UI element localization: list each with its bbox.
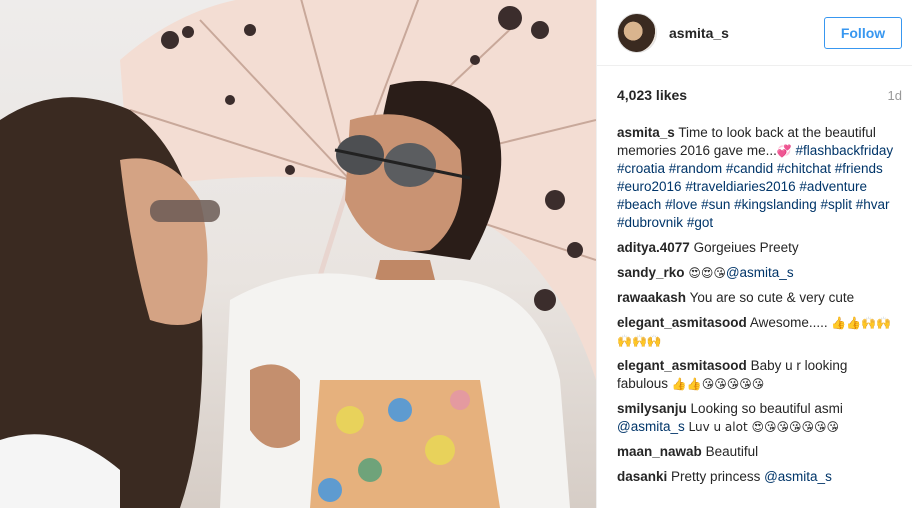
hashtag-link[interactable]: #friends [835,161,883,176]
comment-username[interactable]: maan_nawab [617,444,702,459]
caption-emoji: 💞 [776,144,792,158]
post-author-username[interactable]: asmita_s [669,25,824,41]
avatar[interactable] [617,12,657,53]
comment-row: aditya.4077 Gorgeiues Preety [617,239,900,257]
hashtag-link[interactable]: #adventure [799,179,867,194]
post-photo[interactable] [0,0,596,508]
hashtag-link[interactable]: #hvar [856,197,890,212]
comment-emoji: 👍👍😘😘😘😘😘 [671,377,765,391]
comment-text: Pretty princess [671,469,761,484]
post-header: asmita_s Follow [597,0,912,66]
comment-text: Looking so beautiful asmi [690,401,843,416]
comment-list: asmita_s Time to look back at the beauti… [597,124,912,486]
hashtag-link[interactable]: #sun [701,197,730,212]
comment-username[interactable]: smilysanju [617,401,687,416]
comment-text: You are so cute & very cute [689,290,855,305]
hashtag-link[interactable]: #dubrovnik [617,215,683,230]
hashtag-link[interactable]: #candid [726,161,773,176]
comment-text: Awesome..... [749,315,828,330]
hashtag-link[interactable]: #croatia [617,161,665,176]
comment-mention[interactable]: @asmita_s [726,265,794,280]
comment-row: sandy_rko 😍😍😘@asmita_s [617,264,900,282]
comment-text: Beautiful [705,444,759,459]
comment-row: elegant_asmitasood Awesome..... 👍👍🙌🙌🙌🙌🙌 [617,314,900,350]
woman-left-sunglasses [150,200,220,222]
likes-row: 4,023 likes 1d [597,66,912,124]
comment-emoji: 😍😍😘 [688,266,726,280]
hashtag-link[interactable]: #euro2016 [617,179,682,194]
likes-count[interactable]: 4,023 likes [617,87,687,103]
hashtag-link[interactable]: #beach [617,197,661,212]
comment-username[interactable]: elegant_asmitasood [617,358,747,373]
woman-right-hand [250,364,300,448]
caption-username[interactable]: asmita_s [617,125,675,140]
post-sidebar: asmita_s Follow 4,023 likes 1d asmita_s … [596,0,912,508]
hashtag-link[interactable]: #love [665,197,697,212]
follow-button[interactable]: Follow [824,16,902,49]
hashtag-link[interactable]: #kingslanding [734,197,817,212]
comment-row: rawaakash You are so cute & very cute [617,289,900,307]
hashtag-link[interactable]: #random [669,161,722,176]
comment-username[interactable]: rawaakash [617,290,686,305]
comment-text: Gorgeiues Preety [693,240,799,255]
comment-rows: aditya.4077 Gorgeiues Preety sandy_rko 😍… [617,239,900,486]
comment-row: smilysanju Looking so beautiful asmi @as… [617,400,900,436]
photo-illustration [0,0,596,508]
hashtag-link[interactable]: #flashbackfriday [796,143,894,158]
hashtag-link[interactable]: #split [820,197,852,212]
comment-row: maan_nawab Beautiful [617,443,900,461]
comment-username[interactable]: dasanki [617,469,667,484]
caption: asmita_s Time to look back at the beauti… [617,124,900,232]
comment-emoji: Luv u alot 😍😘😘😘😘😘😘 [688,420,840,434]
comment-row: dasanki Pretty princess @asmita_s [617,468,900,486]
post-view: asmita_s Follow 4,023 likes 1d asmita_s … [0,0,912,508]
comment-username[interactable]: elegant_asmitasood [617,315,747,330]
hashtag-link[interactable]: #chitchat [777,161,831,176]
comment-username[interactable]: aditya.4077 [617,240,690,255]
hashtag-link[interactable]: #got [687,215,713,230]
comment-row: elegant_asmitasood Baby u r looking fabu… [617,357,900,393]
post-age[interactable]: 1d [888,88,902,103]
comment-mention[interactable]: @asmita_s [617,419,685,434]
comment-username[interactable]: sandy_rko [617,265,685,280]
hashtag-link[interactable]: #traveldiaries2016 [685,179,795,194]
comment-mention[interactable]: @asmita_s [764,469,832,484]
